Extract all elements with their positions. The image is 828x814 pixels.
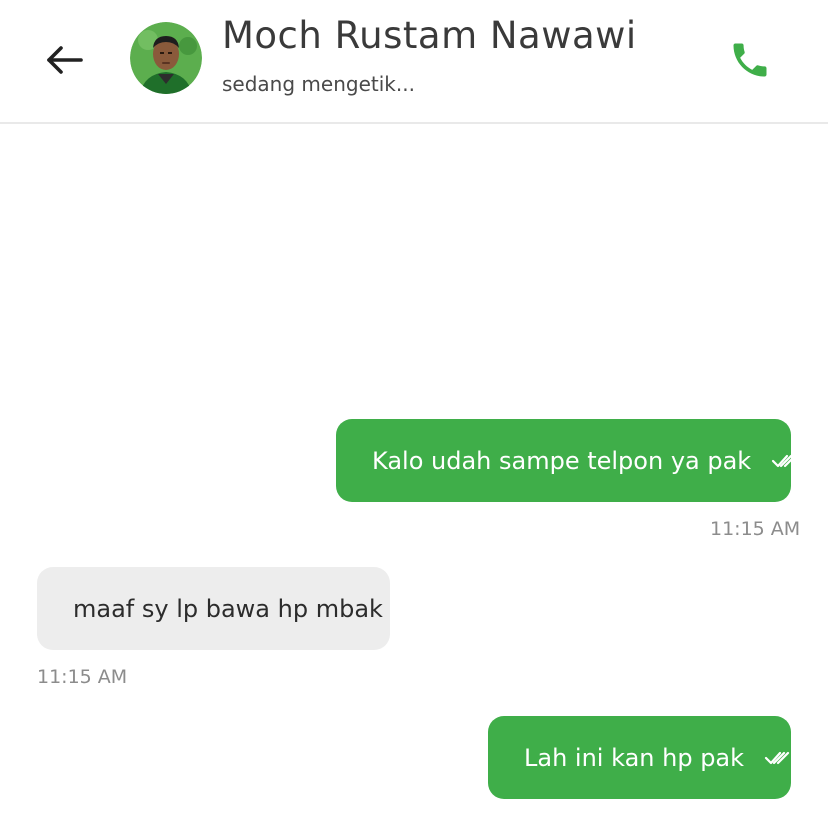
chat-screen: Moch Rustam Nawawi sedang mengetik... Ka…: [0, 0, 828, 814]
message-timestamp: 11:15 AM: [710, 518, 801, 540]
message-text: Kalo udah sampe telpon ya pak: [372, 446, 752, 475]
typing-status: sedang mengetik...: [222, 72, 415, 96]
message-text: Lah ini kan hp pak: [524, 743, 745, 772]
double-check-icon: [771, 452, 801, 470]
chat-header: Moch Rustam Nawawi sedang mengetik...: [0, 0, 828, 124]
call-button[interactable]: [722, 34, 778, 86]
avatar[interactable]: [130, 22, 202, 94]
contact-name: Moch Rustam Nawawi: [222, 14, 637, 57]
arrow-left-icon: [47, 46, 83, 74]
message-text: maaf sy lp bawa hp mbak: [73, 594, 383, 623]
message-bubble-outgoing[interactable]: Lah ini kan hp pak: [488, 716, 791, 799]
double-check-icon: [764, 749, 794, 767]
phone-icon: [733, 43, 767, 77]
message-bubble-incoming[interactable]: maaf sy lp bawa hp mbak: [37, 567, 390, 650]
back-button[interactable]: [36, 36, 92, 84]
message-bubble-outgoing[interactable]: Kalo udah sampe telpon ya pak: [336, 419, 797, 502]
message-timestamp: 11:15 AM: [37, 666, 128, 688]
